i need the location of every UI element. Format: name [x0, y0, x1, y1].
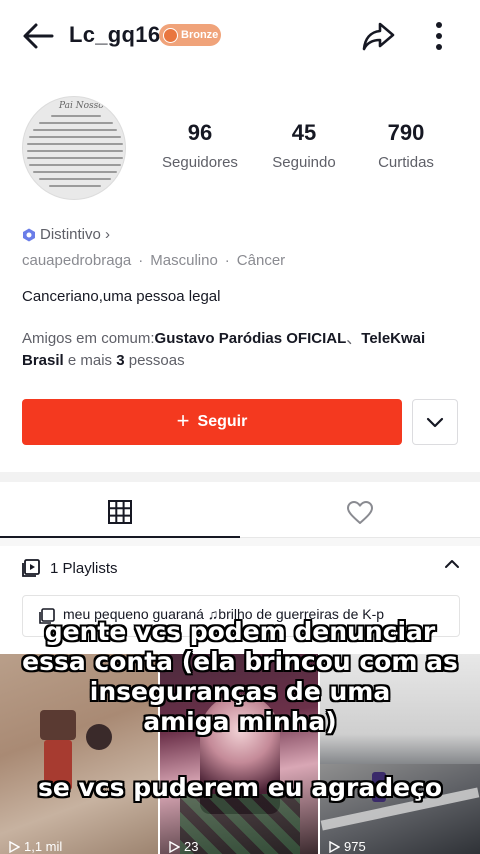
video-views: 975: [328, 839, 366, 854]
tab-liked[interactable]: [240, 488, 480, 538]
playlists-header[interactable]: 1 Playlists: [22, 556, 460, 580]
followers-count: 96: [187, 120, 213, 145]
follow-label: Seguir: [197, 413, 248, 430]
mutual-friends-count: 3: [116, 352, 125, 369]
profile-bio: Canceriano,uma pessoa legal: [22, 288, 221, 305]
overlay-caption-line: se vcs puderem eu agradeço: [37, 773, 443, 802]
video-views-count: 23: [184, 839, 199, 854]
suggestions-dropdown-button[interactable]: [412, 399, 458, 445]
play-icon: [9, 840, 20, 853]
mutual-friends-suffix: pessoas: [124, 352, 185, 369]
back-arrow-icon[interactable]: [20, 18, 56, 54]
badge-link-label: Distintivo ›: [40, 226, 111, 243]
bronze-badge[interactable]: Bronze: [159, 24, 221, 46]
chevron-up-icon[interactable]: [444, 558, 460, 570]
overlay-caption-line: gente vcs podem denunciar: [44, 617, 436, 646]
likes-stat[interactable]: 790 Curtidas: [366, 120, 446, 171]
heart-icon: [347, 501, 373, 524]
top-bar: Lc_gq16 Bronze: [0, 0, 480, 72]
overlay-caption-line: amiga minha): [143, 707, 337, 736]
overlay-caption-line: essa conta (ela brincou com as: [22, 647, 458, 676]
likes-label: Curtidas: [378, 154, 434, 171]
profile-username: Lc_gq16: [69, 22, 161, 47]
play-icon: [169, 840, 180, 853]
meta-handle: cauapedrobraga: [22, 252, 132, 269]
content-tabs: [0, 488, 480, 538]
video-views-count: 975: [344, 839, 366, 854]
video-views: 23: [168, 839, 198, 854]
grid-icon: [108, 500, 132, 524]
meta-gender: Masculino: [150, 252, 218, 269]
share-icon[interactable]: [360, 18, 396, 54]
video-views-count: 1,1 mil: [24, 839, 63, 854]
mutual-friends-separator: 、: [346, 330, 362, 347]
following-stat[interactable]: 45 Seguindo: [264, 120, 344, 171]
followers-stat[interactable]: 96 Seguidores: [160, 120, 240, 171]
overlay-caption-line: inseguranças de uma: [89, 677, 391, 706]
playlists-count-label: 1 Playlists: [50, 559, 118, 577]
mutual-friends-mid: e mais: [63, 352, 117, 369]
mutual-friend-1: Gustavo Paródias OFICIAL: [154, 330, 347, 347]
section-divider-2: [0, 538, 480, 546]
medal-icon: [163, 27, 178, 43]
likes-count: 790: [387, 120, 425, 145]
badge-link[interactable]: Distintivo ›: [22, 226, 110, 243]
mutual-friends[interactable]: Amigos em comum:Gustavo Paródias OFICIAL…: [22, 328, 462, 372]
tab-videos[interactable]: [0, 488, 240, 538]
hexagon-badge-icon: [23, 228, 35, 241]
avatar-art: Pai Nosso: [59, 101, 104, 111]
mutual-friend-2-cont: Brasil: [22, 352, 64, 369]
play-icon: [329, 840, 340, 853]
following-label: Seguindo: [272, 154, 336, 171]
plus-icon: +: [176, 408, 190, 433]
playlist-icon: [22, 559, 40, 577]
chevron-down-icon: [426, 417, 444, 428]
meta-sign: Câncer: [236, 252, 286, 269]
video-views: 1,1 mil: [8, 839, 62, 854]
section-divider: [0, 472, 480, 482]
followers-label: Seguidores: [162, 154, 238, 171]
mutual-friend-2: TeleKwai: [361, 330, 426, 347]
profile-meta: cauapedrobraga · Masculino · Câncer: [22, 252, 286, 269]
mutual-friends-prefix: Amigos em comum:: [22, 330, 155, 347]
profile-avatar[interactable]: Pai Nosso: [22, 96, 126, 200]
badge-label: Bronze: [181, 29, 219, 41]
more-options-icon[interactable]: [422, 18, 456, 54]
follow-button[interactable]: + Seguir: [22, 399, 402, 445]
following-count: 45: [291, 120, 317, 145]
